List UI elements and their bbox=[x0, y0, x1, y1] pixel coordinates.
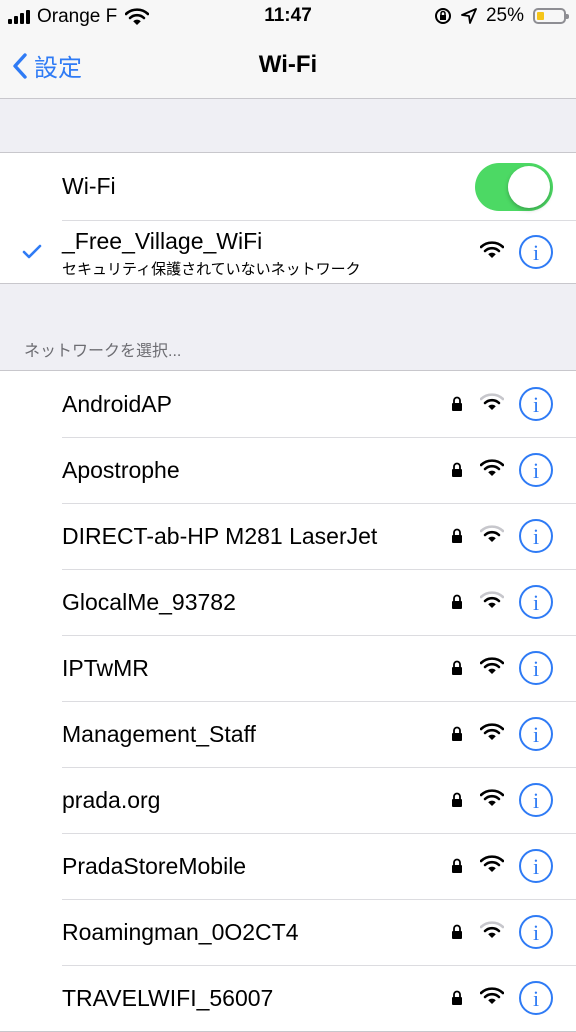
network-name: GlocalMe_93782 bbox=[62, 589, 236, 615]
lock-icon bbox=[452, 858, 462, 873]
lock-icon bbox=[452, 396, 462, 411]
wifi-signal-icon bbox=[480, 789, 504, 806]
info-button[interactable]: i bbox=[519, 519, 553, 553]
info-button[interactable]: i bbox=[519, 235, 553, 269]
network-row[interactable]: GlocalMe_93782 i bbox=[0, 569, 576, 635]
network-row[interactable]: TRAVELWIFI_56007 i bbox=[0, 965, 576, 1031]
lock-icon bbox=[452, 792, 462, 807]
network-name: prada.org bbox=[62, 787, 161, 813]
status-bar: Orange F 11:47 25% bbox=[0, 0, 576, 34]
network-row[interactable]: AndroidAP i bbox=[0, 371, 576, 437]
wifi-toggle-row: Wi-Fi bbox=[0, 153, 576, 220]
wifi-toggle-label: Wi-Fi bbox=[62, 173, 116, 199]
info-button[interactable]: i bbox=[519, 981, 553, 1015]
section-header: ネットワークを選択... bbox=[24, 343, 182, 360]
network-row[interactable]: DIRECT-ab-HP M281 LaserJet i bbox=[0, 503, 576, 569]
battery-percent: 25% bbox=[485, 5, 524, 26]
info-button[interactable]: i bbox=[519, 783, 553, 817]
wifi-toggle[interactable] bbox=[475, 163, 553, 211]
network-row[interactable]: PradaStoreMobile i bbox=[0, 833, 576, 899]
location-icon bbox=[461, 8, 477, 24]
page-title: Wi-Fi bbox=[258, 51, 318, 78]
network-name: Management_Staff bbox=[62, 721, 256, 747]
wifi-signal-icon bbox=[480, 855, 504, 872]
wifi-signal-icon bbox=[480, 987, 504, 1004]
wifi-signal-icon bbox=[480, 525, 504, 542]
network-row[interactable]: Management_Staff i bbox=[0, 701, 576, 767]
connected-network-row[interactable]: _Free_Village_WiFi セキュリティ保護されていないネットワーク … bbox=[0, 220, 576, 283]
lock-icon bbox=[452, 660, 462, 675]
navigation-bar: 設定 Wi-Fi bbox=[0, 34, 576, 99]
network-row[interactable]: Apostrophe i bbox=[0, 437, 576, 503]
info-button[interactable]: i bbox=[519, 387, 553, 421]
lock-icon bbox=[452, 594, 462, 609]
network-name: TRAVELWIFI_56007 bbox=[62, 985, 274, 1011]
info-button[interactable]: i bbox=[519, 849, 553, 883]
lock-icon bbox=[452, 726, 462, 741]
network-row[interactable]: IPTwMR i bbox=[0, 635, 576, 701]
network-row[interactable]: prada.org i bbox=[0, 767, 576, 833]
info-button[interactable]: i bbox=[519, 453, 553, 487]
network-list: AndroidAP i Apostrophe i DIRECT-ab-HP M281 L… bbox=[0, 370, 576, 1032]
wifi-signal-icon bbox=[480, 459, 504, 476]
orientation-lock-icon bbox=[434, 8, 451, 24]
connected-network-name: _Free_Village_WiFi bbox=[62, 228, 263, 254]
lock-icon bbox=[452, 462, 462, 477]
checkmark-icon bbox=[22, 244, 42, 259]
network-name: IPTwMR bbox=[62, 655, 149, 681]
lock-icon bbox=[452, 990, 462, 1005]
network-name: AndroidAP bbox=[62, 391, 172, 417]
battery-icon bbox=[533, 8, 569, 24]
wifi-signal-icon bbox=[480, 241, 504, 258]
network-name: Roamingman_0O2CT4 bbox=[62, 919, 299, 945]
wifi-signal-icon bbox=[480, 723, 504, 740]
wifi-signal-icon bbox=[480, 393, 504, 410]
network-name: PradaStoreMobile bbox=[62, 853, 247, 879]
network-row[interactable]: Roamingman_0O2CT4 i bbox=[0, 899, 576, 965]
info-button[interactable]: i bbox=[519, 585, 553, 619]
network-name: Apostrophe bbox=[62, 457, 180, 483]
info-button[interactable]: i bbox=[519, 651, 553, 685]
info-button[interactable]: i bbox=[519, 717, 553, 751]
wifi-signal-icon bbox=[480, 591, 504, 608]
lock-icon bbox=[452, 528, 462, 543]
lock-icon bbox=[452, 924, 462, 939]
connected-network-security: セキュリティ保護されていないネットワーク bbox=[62, 261, 361, 278]
wifi-signal-icon bbox=[480, 657, 504, 674]
wifi-group: Wi-Fi _Free_Village_WiFi セキュリティ保護されていないネ… bbox=[0, 152, 576, 284]
network-name: DIRECT-ab-HP M281 LaserJet bbox=[62, 523, 378, 549]
wifi-signal-icon bbox=[480, 921, 504, 938]
info-button[interactable]: i bbox=[519, 915, 553, 949]
